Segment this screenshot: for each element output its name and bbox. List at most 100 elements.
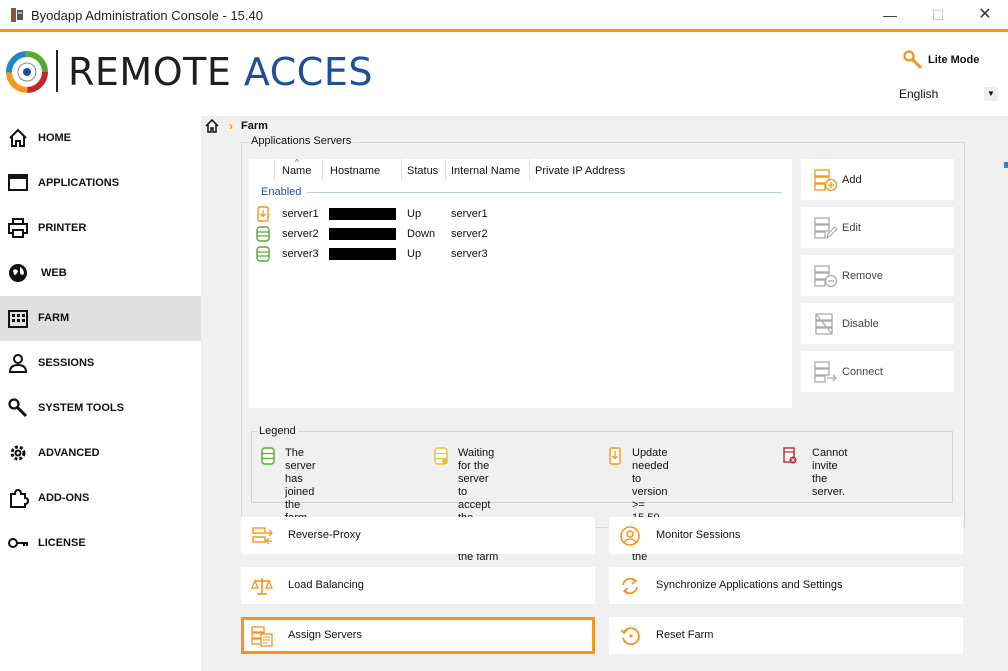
legend-text: Cannot invite the server. bbox=[812, 447, 848, 498]
lite-mode-button[interactable]: Lite Mode bbox=[903, 49, 979, 71]
sidebar-item-sessions[interactable]: SESSIONS bbox=[0, 341, 201, 386]
column-divider bbox=[445, 159, 446, 181]
monitor-sessions-label: Monitor Sessions bbox=[656, 529, 741, 541]
breadcrumb-current: Farm bbox=[241, 120, 268, 132]
server-list[interactable]: ^ Name Hostname Status Internal Name Pri… bbox=[249, 158, 792, 408]
sidebar-item-advanced[interactable]: ADVANCED bbox=[0, 431, 201, 476]
logo-icon bbox=[6, 51, 48, 93]
server-internal-name: server1 bbox=[451, 208, 488, 220]
add-server-button[interactable]: Add bbox=[801, 159, 954, 200]
synchronize-button[interactable]: Synchronize Applications and Settings bbox=[609, 567, 963, 604]
sidebar-item-label: SYSTEM TOOLS bbox=[38, 402, 124, 414]
window-icon bbox=[8, 174, 28, 191]
home-icon bbox=[9, 128, 27, 147]
column-divider bbox=[401, 159, 402, 181]
server-internal-name: server2 bbox=[451, 228, 488, 240]
server-status: Up bbox=[407, 248, 422, 260]
remove-server-button[interactable]: Remove bbox=[801, 255, 954, 296]
reset-icon bbox=[620, 627, 640, 646]
sidebar-item-applications[interactable]: APPLICATIONS bbox=[0, 161, 201, 206]
disable-server-button[interactable]: Disable bbox=[801, 303, 954, 344]
logo-divider bbox=[56, 50, 58, 92]
maximize-button[interactable]: ☐ bbox=[923, 4, 953, 26]
server-hostname-redacted: ████ bbox=[329, 208, 396, 220]
sidebar-item-farm[interactable]: FARM bbox=[0, 296, 201, 341]
column-header-private-ip[interactable]: Private IP Address bbox=[535, 165, 625, 177]
update-needed-icon bbox=[609, 447, 621, 465]
gear-icon bbox=[10, 445, 26, 461]
building-icon bbox=[8, 310, 28, 328]
column-header-internal-name[interactable]: Internal Name bbox=[451, 165, 520, 177]
load-balancing-label: Load Balancing bbox=[288, 579, 364, 591]
sidebar-item-label: WEB bbox=[41, 267, 67, 279]
reverse-proxy-label: Reverse-Proxy bbox=[288, 529, 361, 541]
minimize-button[interactable]: — bbox=[875, 4, 905, 26]
header: REMOTE ACCES Lite Mode English ▼ bbox=[0, 35, 1008, 115]
sidebar-item-web[interactable]: WEB bbox=[0, 251, 201, 296]
chevron-right-icon: › bbox=[229, 119, 233, 133]
close-button[interactable]: ✕ bbox=[970, 4, 1000, 26]
edit-label: Edit bbox=[842, 222, 861, 234]
table-row[interactable]: server2 ████ Down server2 bbox=[249, 224, 792, 244]
server-joined-icon bbox=[256, 226, 270, 242]
sidebar-item-add-ons[interactable]: ADD-ONS bbox=[0, 476, 201, 521]
server-name: server2 bbox=[282, 228, 319, 240]
brand-wordmark: REMOTE ACCES bbox=[68, 51, 373, 93]
connect-label: Connect bbox=[842, 366, 883, 378]
assign-servers-button[interactable]: Assign Servers bbox=[241, 617, 595, 654]
connect-server-button[interactable]: Connect bbox=[801, 351, 954, 392]
reset-farm-button[interactable]: Reset Farm bbox=[609, 617, 963, 654]
language-value: English bbox=[899, 87, 939, 101]
table-row[interactable]: server3 ████ Up server3 bbox=[249, 244, 792, 264]
lite-mode-label: Lite Mode bbox=[928, 54, 980, 66]
sidebar-item-printer[interactable]: PRINTER bbox=[0, 206, 201, 251]
server-add-icon bbox=[814, 169, 838, 192]
list-header: ^ Name Hostname Status Internal Name Pri… bbox=[249, 158, 792, 181]
add-label: Add bbox=[842, 174, 862, 186]
reset-farm-label: Reset Farm bbox=[656, 629, 714, 641]
reverse-proxy-button[interactable]: Reverse-Proxy bbox=[241, 517, 595, 554]
column-header-name[interactable]: Name bbox=[282, 165, 311, 177]
server-name: server1 bbox=[282, 208, 319, 220]
sidebar-item-label: ADVANCED bbox=[38, 447, 100, 459]
monitor-sessions-button[interactable]: Monitor Sessions bbox=[609, 517, 963, 554]
disable-label: Disable bbox=[842, 318, 879, 330]
column-header-hostname[interactable]: Hostname bbox=[330, 165, 380, 177]
assign-servers-icon bbox=[251, 626, 273, 647]
server-remove-icon bbox=[814, 265, 838, 288]
applications-servers-title: Applications Servers bbox=[249, 135, 354, 147]
server-hostname-redacted: ████ bbox=[329, 248, 396, 260]
sidebar-item-label: SESSIONS bbox=[38, 357, 95, 369]
brand-wordmark-blue: ACCES bbox=[243, 50, 373, 94]
sidebar-item-label: ADD-ONS bbox=[38, 492, 90, 504]
table-row[interactable]: server1 ████ Up server1 bbox=[249, 204, 792, 224]
wrench-icon bbox=[8, 398, 28, 418]
sidebar-item-license[interactable]: LICENSE bbox=[0, 521, 201, 566]
reverse-proxy-icon bbox=[252, 527, 273, 545]
server-internal-name: server3 bbox=[451, 248, 488, 260]
group-divider bbox=[307, 192, 782, 193]
legend-title: Legend bbox=[257, 425, 298, 437]
sidebar-item-home[interactable]: HOME bbox=[0, 116, 201, 161]
sidebar-item-label: APPLICATIONS bbox=[38, 177, 120, 189]
server-joined-icon bbox=[256, 246, 270, 262]
app-icon bbox=[11, 8, 23, 22]
server-status: Down bbox=[407, 228, 436, 240]
sidebar-item-label: FARM bbox=[38, 312, 70, 324]
language-select[interactable]: English ▼ bbox=[896, 83, 1000, 105]
list-group-header[interactable]: Enabled bbox=[261, 186, 301, 198]
home-icon[interactable] bbox=[205, 119, 219, 133]
column-header-status[interactable]: Status bbox=[407, 165, 438, 177]
server-disable-icon bbox=[815, 313, 833, 335]
sidebar-item-label: PRINTER bbox=[38, 222, 87, 234]
title-bar: Byodapp Administration Console - 15.40 —… bbox=[0, 0, 1008, 32]
sidebar-item-label: LICENSE bbox=[38, 537, 86, 549]
server-connect-icon bbox=[814, 361, 837, 383]
key-icon bbox=[8, 538, 28, 548]
load-balancing-button[interactable]: Load Balancing bbox=[241, 567, 595, 604]
legend-text: The server has joinedthe farm bbox=[285, 447, 316, 524]
legend-box bbox=[251, 431, 953, 503]
edit-server-button[interactable]: Edit bbox=[801, 207, 954, 248]
scrollbar-indicator[interactable] bbox=[1004, 162, 1008, 168]
sidebar-item-system-tools[interactable]: SYSTEM TOOLS bbox=[0, 386, 201, 431]
